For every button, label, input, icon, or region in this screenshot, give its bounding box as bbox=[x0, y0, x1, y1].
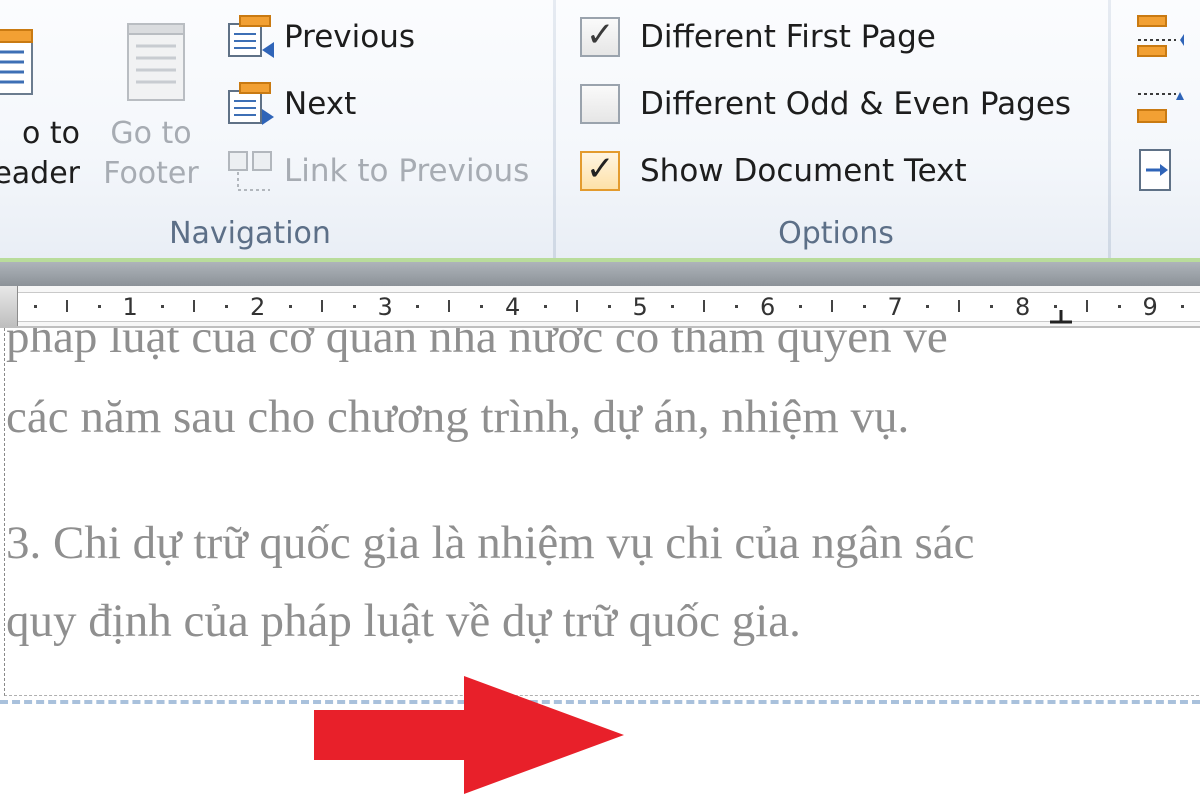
next-section-button[interactable]: Next bbox=[226, 79, 356, 129]
go-to-header-button[interactable]: o to eader bbox=[0, 14, 80, 194]
go-to-header-label-line1: o to bbox=[21, 116, 80, 151]
different-first-page-checkbox[interactable]: ✓ bbox=[580, 15, 620, 57]
ruler-tick bbox=[703, 300, 706, 312]
navigation-group-label: Navigation bbox=[169, 216, 331, 251]
ribbon-document-divider bbox=[0, 258, 1200, 286]
ruler-tick bbox=[193, 300, 196, 312]
different-odd-even-checkbox[interactable] bbox=[580, 84, 620, 124]
go-to-footer-label-line1: Go to bbox=[110, 116, 192, 151]
document-line-1[interactable]: pháp luật của cơ quan nhà nước có thẩm q… bbox=[6, 328, 948, 364]
ruler-number: 3 bbox=[377, 293, 393, 321]
left-indent-marker[interactable] bbox=[0, 286, 18, 326]
link-to-previous-icon bbox=[228, 151, 272, 191]
previous-section-label: Previous bbox=[284, 19, 416, 55]
show-document-text-checkbox[interactable]: ✓ bbox=[580, 149, 620, 191]
ruler-dot bbox=[1181, 305, 1185, 308]
header-from-top-icon[interactable] bbox=[1136, 14, 1186, 60]
ruler-dot bbox=[480, 305, 484, 308]
document-area[interactable]: pháp luật của cơ quan nhà nước có thẩm q… bbox=[0, 328, 1200, 800]
ruler-dot bbox=[543, 305, 547, 308]
insert-alignment-tab-icon[interactable] bbox=[1136, 148, 1186, 194]
group-separator-options bbox=[1108, 0, 1111, 258]
tab-stop-icon[interactable] bbox=[1048, 308, 1074, 324]
options-group-label: Options bbox=[778, 216, 894, 251]
checkbox-checked-icon: ✓ bbox=[586, 149, 615, 189]
footer-from-bottom-icon[interactable] bbox=[1136, 80, 1186, 126]
ruler-number: 9 bbox=[1142, 293, 1158, 321]
document-line-2[interactable]: các năm sau cho chương trình, dự án, nhi… bbox=[6, 390, 909, 444]
ruler-dot bbox=[288, 305, 292, 308]
ruler-number: 2 bbox=[250, 293, 266, 321]
ruler-number: 8 bbox=[1015, 293, 1031, 321]
red-arrow-right-icon bbox=[314, 676, 624, 794]
ruler-number: 4 bbox=[505, 293, 521, 321]
ribbon: o to eader Go to Footer Previous Next Li… bbox=[0, 0, 1200, 258]
checkbox-checked-icon: ✓ bbox=[586, 15, 615, 55]
horizontal-ruler[interactable]: 1 2 3 4 5 6 7 8 9 bbox=[0, 286, 1200, 328]
document-line-4[interactable]: quy định của pháp luật về dự trữ quốc gi… bbox=[6, 594, 801, 648]
link-to-previous-button[interactable]: Link to Previous bbox=[226, 146, 529, 196]
previous-section-button[interactable]: Previous bbox=[226, 12, 415, 62]
ruler-number: 6 bbox=[760, 293, 776, 321]
ruler-dot bbox=[33, 305, 37, 308]
different-first-page-option[interactable]: ✓ Different First Page bbox=[580, 12, 936, 62]
go-to-header-icon bbox=[0, 29, 33, 95]
ruler-dot bbox=[97, 305, 101, 308]
next-section-label: Next bbox=[284, 86, 357, 122]
ruler-dot bbox=[798, 305, 802, 308]
different-odd-even-label: Different Odd & Even Pages bbox=[640, 86, 1072, 122]
ruler-dot bbox=[225, 305, 229, 308]
ruler-dot bbox=[352, 305, 356, 308]
ruler-number: 5 bbox=[632, 293, 648, 321]
ruler-dot bbox=[926, 305, 930, 308]
ruler-dot bbox=[1053, 305, 1057, 308]
document-line-3[interactable]: 3. Chi dự trữ quốc gia là nhiệm vụ chi c… bbox=[6, 516, 975, 570]
group-separator-navigation bbox=[553, 0, 556, 258]
ruler-dot bbox=[671, 305, 675, 308]
ruler-number: 1 bbox=[122, 293, 138, 321]
ruler-tick bbox=[830, 300, 833, 312]
ruler-tick bbox=[448, 300, 451, 312]
ruler-dot bbox=[607, 305, 611, 308]
go-to-footer-icon bbox=[127, 23, 185, 101]
ruler-tick bbox=[958, 300, 961, 312]
ruler-tick bbox=[1085, 300, 1088, 312]
ruler-number: 7 bbox=[887, 293, 903, 321]
go-to-header-label-line2: eader bbox=[0, 156, 80, 191]
go-to-footer-label-line2: Footer bbox=[103, 156, 199, 191]
show-document-text-option[interactable]: ✓ Show Document Text bbox=[580, 146, 967, 196]
ruler-dot bbox=[862, 305, 866, 308]
ruler-tick bbox=[65, 300, 68, 312]
link-to-previous-label: Link to Previous bbox=[284, 153, 530, 189]
ruler-tick bbox=[320, 300, 323, 312]
next-section-icon bbox=[228, 82, 274, 125]
ruler-dot bbox=[1117, 305, 1121, 308]
ruler-dot bbox=[161, 305, 165, 308]
previous-section-icon bbox=[228, 15, 274, 58]
go-to-footer-button[interactable]: Go to Footer bbox=[96, 14, 206, 194]
ruler-dot bbox=[416, 305, 420, 308]
different-first-page-label: Different First Page bbox=[640, 19, 936, 55]
ruler-dot bbox=[735, 305, 739, 308]
ruler-dot bbox=[990, 305, 994, 308]
show-document-text-label: Show Document Text bbox=[640, 153, 967, 189]
ruler-tick bbox=[575, 300, 578, 312]
different-odd-even-option[interactable]: Different Odd & Even Pages bbox=[580, 79, 1071, 129]
